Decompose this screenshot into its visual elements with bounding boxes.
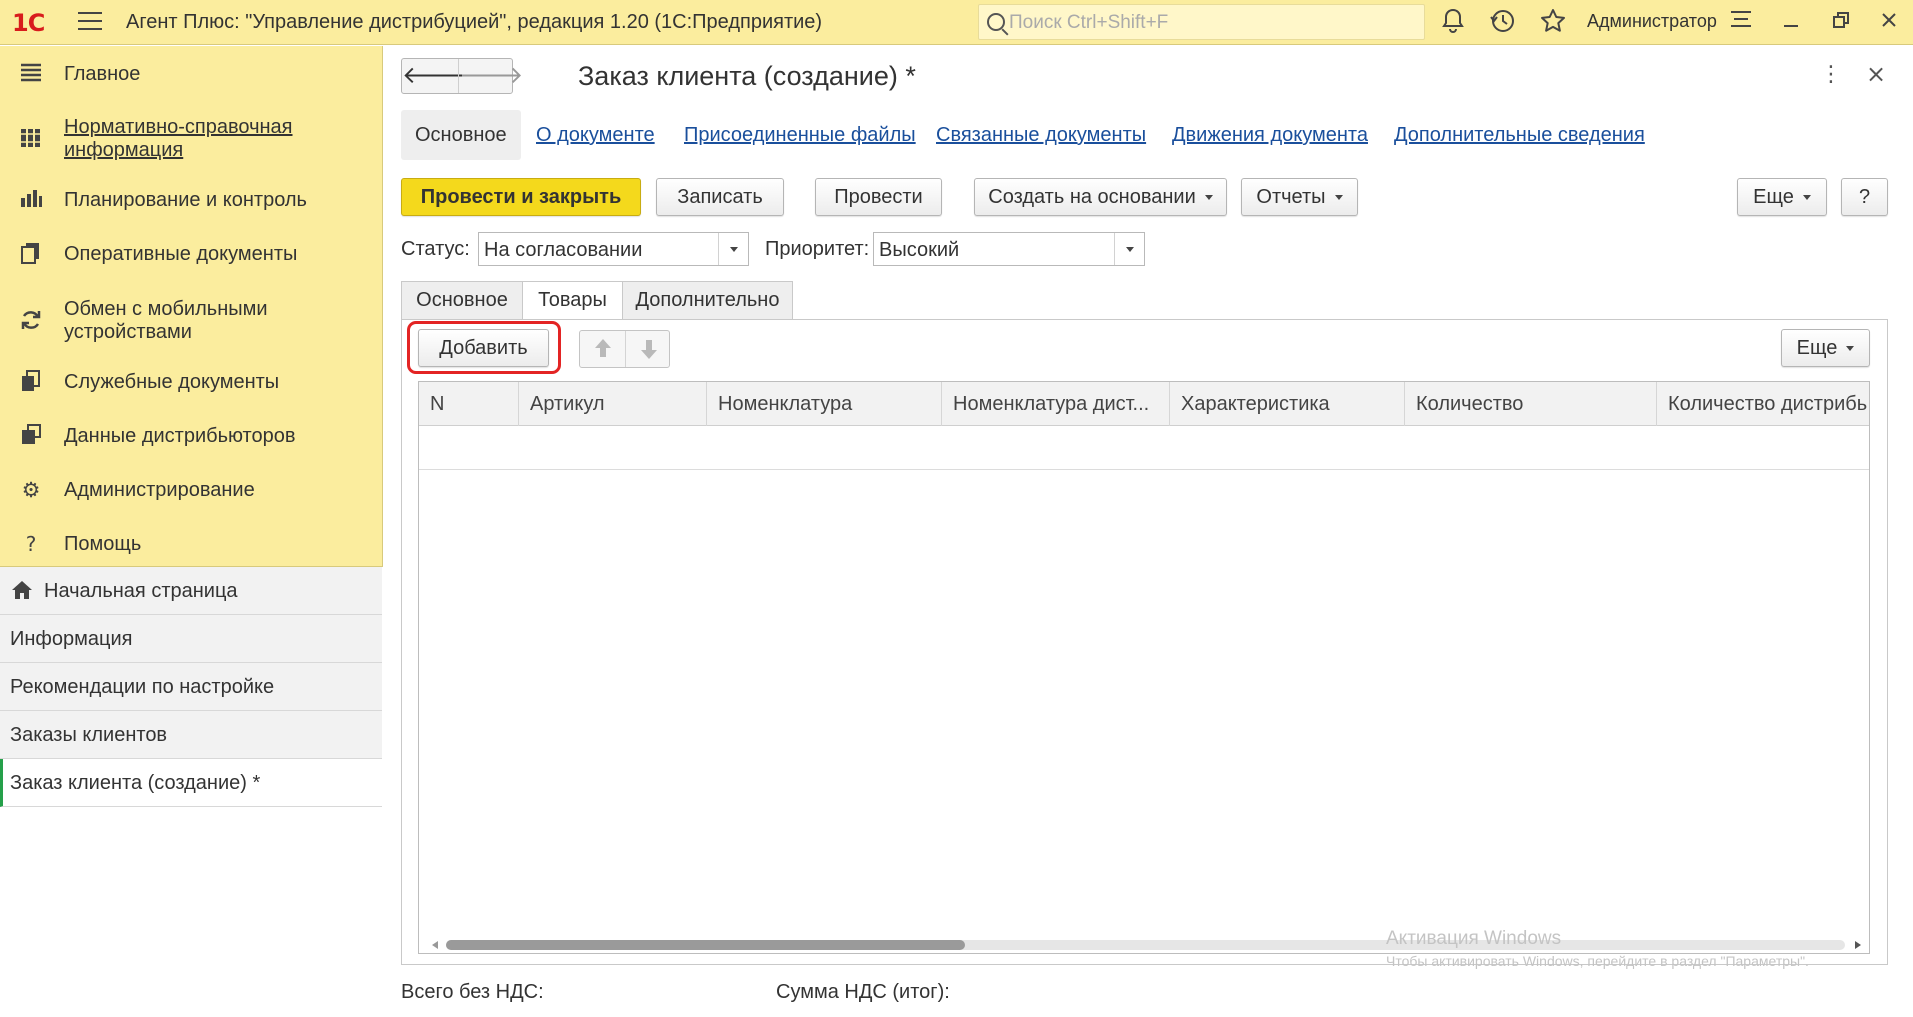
service-docs-icon xyxy=(19,370,43,394)
section-operational-docs[interactable]: Оперативные документы xyxy=(0,240,383,268)
more-vertical-icon[interactable]: ⋮ xyxy=(1820,62,1842,87)
table-row[interactable] xyxy=(419,426,1869,470)
search-box[interactable] xyxy=(978,4,1425,40)
section-planning[interactable]: Планирование и контроль xyxy=(0,186,383,214)
open-window-home[interactable]: Начальная страница xyxy=(0,567,382,615)
create-based-on-button[interactable]: Создать на основании xyxy=(974,178,1227,216)
forward-arrow-icon[interactable]: 🡒 xyxy=(458,59,523,93)
move-down-icon[interactable] xyxy=(624,331,670,367)
section-service-docs[interactable]: Служебные документы xyxy=(0,368,383,396)
add-button-highlight xyxy=(407,321,561,374)
column-header-distributor-nomenclature[interactable]: Номенклатура дист... xyxy=(942,382,1170,426)
goods-table: N Артикул Номенклатура Номенклатура дист… xyxy=(418,381,1870,954)
history-icon[interactable] xyxy=(1488,8,1518,38)
tab-main[interactable]: Основное xyxy=(401,110,521,160)
distributor-data-icon xyxy=(19,424,43,448)
section-help[interactable]: ? Помощь xyxy=(0,530,383,558)
open-window-client-order-new[interactable]: Заказ клиента (создание) * xyxy=(0,759,382,807)
column-header-quantity[interactable]: Количество xyxy=(1405,382,1657,426)
column-header-n[interactable]: N xyxy=(419,382,519,426)
row-move-buttons xyxy=(579,330,670,368)
title-bar: 1С Агент Плюс: "Управление дистрибуцией"… xyxy=(0,0,1913,45)
star-icon[interactable] xyxy=(1538,8,1568,38)
move-up-icon[interactable] xyxy=(580,331,625,367)
home-icon xyxy=(11,580,33,600)
tab-attached-files[interactable]: Присоединенные файлы xyxy=(684,110,916,160)
reports-button[interactable]: Отчеты xyxy=(1241,178,1358,216)
column-header-nomenclature[interactable]: Номенклатура xyxy=(707,382,942,426)
windows-activation-text: Чтобы активировать Windows, перейдите в … xyxy=(1386,953,1809,969)
status-select[interactable]: На согласовании xyxy=(478,232,749,266)
status-value: На согласовании xyxy=(484,239,643,261)
windows-activation-title: Активация Windows xyxy=(1386,928,1562,949)
goods-more-button[interactable]: Еще xyxy=(1781,329,1870,367)
bell-icon[interactable] xyxy=(1438,8,1468,38)
search-input[interactable] xyxy=(1009,11,1409,35)
list-icon xyxy=(19,62,43,86)
chevron-down-icon[interactable] xyxy=(1114,233,1144,265)
tab-document-movements[interactable]: Движения документа xyxy=(1172,110,1368,160)
books-icon xyxy=(19,127,43,151)
gear-icon: ⚙ xyxy=(21,478,41,502)
post-and-close-button[interactable]: Провести и закрыть xyxy=(401,178,641,216)
chevron-down-icon xyxy=(1802,195,1811,201)
open-window-recommendations[interactable]: Рекомендации по настройке xyxy=(0,663,382,711)
tab-about-document[interactable]: О документе xyxy=(536,110,655,160)
sync-icon xyxy=(19,309,43,333)
total-without-vat-label: Всего без НДС: xyxy=(401,981,544,1003)
close-icon[interactable] xyxy=(1874,8,1904,38)
open-window-client-orders[interactable]: Заказы клиентов xyxy=(0,711,382,759)
scroll-thumb[interactable] xyxy=(446,940,965,950)
sections-panel: Главное Нормативно-справочная информация… xyxy=(0,46,383,1017)
chevron-down-icon xyxy=(1334,195,1343,201)
vat-total-label: Сумма НДС (итог): xyxy=(776,981,950,1003)
table-header: N Артикул Номенклатура Номенклатура дист… xyxy=(419,382,1869,426)
chevron-down-icon[interactable] xyxy=(718,233,748,265)
main-menu-icon[interactable] xyxy=(78,12,102,32)
save-button[interactable]: Записать xyxy=(656,178,784,216)
app-logo: 1С xyxy=(12,9,45,37)
back-arrow-icon[interactable]: 🡐 xyxy=(402,59,466,93)
app-title: Агент Плюс: "Управление дистрибуцией", р… xyxy=(126,11,823,33)
section-mobile-exchange[interactable]: Обмен с мобильными устройствами xyxy=(0,296,383,346)
tab-additional-info[interactable]: Дополнительные сведения xyxy=(1394,110,1645,160)
more-button[interactable]: Еще xyxy=(1737,178,1827,216)
subtab-goods[interactable]: Товары xyxy=(522,281,623,320)
chevron-down-icon xyxy=(1204,195,1213,201)
subtab-main[interactable]: Основное xyxy=(401,281,523,320)
search-icon xyxy=(987,13,1005,31)
question-icon: ? xyxy=(25,532,37,556)
scroll-left-icon[interactable] xyxy=(432,941,438,949)
section-distributor-data[interactable]: Данные дистрибьюторов xyxy=(0,422,383,450)
documents-icon xyxy=(19,242,43,266)
priority-select[interactable]: Высокий xyxy=(873,232,1145,266)
column-header-characteristic[interactable]: Характеристика xyxy=(1170,382,1405,426)
chevron-down-icon xyxy=(1846,346,1855,352)
page-title: Заказ клиента (создание) * xyxy=(578,61,916,91)
history-nav: 🡐 🡒 xyxy=(401,58,523,94)
scroll-right-icon[interactable] xyxy=(1855,941,1861,949)
column-header-distributor-quantity[interactable]: Количество дистрибь xyxy=(1657,382,1869,426)
section-administration[interactable]: ⚙ Администрирование xyxy=(0,476,383,504)
section-main[interactable]: Главное xyxy=(0,60,383,88)
priority-value: Высокий xyxy=(879,239,960,261)
bar-chart-icon xyxy=(19,188,43,212)
horizontal-scrollbar[interactable] xyxy=(431,938,1861,950)
settings-list-icon[interactable] xyxy=(1726,8,1756,38)
help-button[interactable]: ? xyxy=(1841,178,1888,216)
open-windows-list: Начальная страница Информация Рекомендац… xyxy=(0,566,383,1017)
restore-icon[interactable] xyxy=(1826,8,1856,38)
column-header-article[interactable]: Артикул xyxy=(519,382,707,426)
open-window-info[interactable]: Информация xyxy=(0,615,382,663)
tab-related-documents[interactable]: Связанные документы xyxy=(936,110,1146,160)
subtab-additional[interactable]: Дополнительно xyxy=(622,281,793,320)
priority-label: Приоритет: xyxy=(765,238,870,260)
section-reference-info[interactable]: Нормативно-справочная информация xyxy=(0,114,383,164)
status-label: Статус: xyxy=(401,238,470,260)
post-button[interactable]: Провести xyxy=(815,178,942,216)
form-close-icon[interactable]: × xyxy=(1866,60,1886,88)
user-name[interactable]: Администратор xyxy=(1587,11,1717,32)
minimize-icon[interactable] xyxy=(1776,8,1806,38)
